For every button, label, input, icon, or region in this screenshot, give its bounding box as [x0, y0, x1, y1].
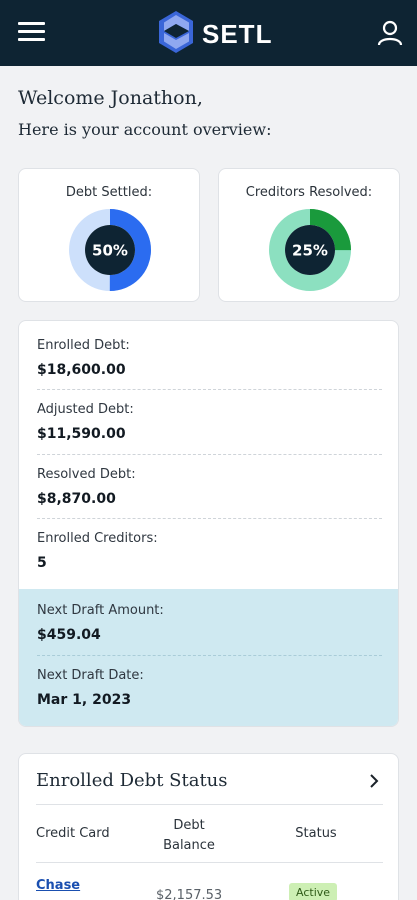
brand-name: SETL [202, 19, 273, 49]
resolved-debt-value: $8,870.00 [37, 491, 116, 507]
adjusted-debt-value: $11,590.00 [37, 426, 126, 442]
divider [37, 454, 382, 455]
enrolled-debt-status-card: Enrolled Debt Status Credit Card Debt Ba… [18, 753, 399, 900]
next-draft-date-value: Mar 1, 2023 [37, 692, 132, 708]
resolved-debt-label: Resolved Debt: [37, 467, 136, 482]
divider [37, 655, 382, 656]
divider [37, 389, 382, 390]
next-draft-amount-label: Next Draft Amount: [37, 603, 164, 618]
next-draft-amount-row: Next Draft Amount: $459.04 [37, 603, 382, 643]
debt-settled-percent: 50% [92, 242, 128, 260]
adjusted-debt-row: Adjusted Debt: $11,590.00 [37, 402, 382, 442]
next-draft-date-label: Next Draft Date: [37, 668, 144, 683]
column-header-debt-balance: Debt Balance [163, 818, 215, 853]
debt-settled-label: Debt Settled: [65, 185, 153, 200]
creditors-resolved-label: Creditors Resolved: [245, 185, 373, 200]
welcome-heading: Welcome Jonathon, [18, 87, 203, 109]
resolved-debt-row: Resolved Debt: $8,870.00 [37, 467, 382, 507]
debt-settled-card: Debt Settled: 50% [18, 168, 200, 302]
enrolled-debt-label: Enrolled Debt: [37, 338, 130, 353]
creditors-resolved-donut: 25% [269, 209, 351, 291]
next-draft-panel: Next Draft Amount: $459.04 Next Draft Da… [19, 589, 398, 726]
user-profile-icon[interactable] [376, 19, 404, 47]
debt-settled-donut: 50% [69, 209, 151, 291]
creditors-resolved-card: Creditors Resolved: 25% [218, 168, 400, 302]
enrolled-creditors-label: Enrolled Creditors: [37, 531, 158, 546]
column-header-credit-card: Credit Card [36, 826, 110, 841]
divider [36, 862, 383, 863]
enrolled-creditors-value: 5 [37, 555, 47, 571]
overview-subtitle: Here is your account overview: [18, 120, 272, 139]
hamburger-menu-icon[interactable] [18, 21, 46, 43]
adjusted-debt-label: Adjusted Debt: [37, 402, 134, 417]
setl-logo-icon [159, 11, 193, 53]
enrolled-debt-value: $18,600.00 [37, 362, 126, 378]
brand-logo: SETL [157, 10, 273, 54]
divider [36, 804, 383, 805]
chevron-right-icon[interactable] [363, 770, 385, 792]
debt-status-title: Enrolled Debt Status [36, 770, 228, 791]
next-draft-date-row: Next Draft Date: Mar 1, 2023 [37, 668, 382, 708]
creditor-link-chase[interactable]: Chase [36, 878, 80, 893]
creditors-resolved-percent: 25% [292, 242, 328, 260]
next-draft-amount-value: $459.04 [37, 627, 101, 643]
debt-balance-value: $2,157.53 [156, 888, 223, 900]
enrolled-creditors-row: Enrolled Creditors: 5 [37, 531, 382, 571]
enrolled-debt-row: Enrolled Debt: $18,600.00 [37, 338, 382, 378]
column-header-status: Status [295, 826, 337, 841]
divider [37, 518, 382, 519]
account-summary-card: Enrolled Debt: $18,600.00 Adjusted Debt:… [18, 320, 399, 727]
app-header: SETL [0, 0, 417, 66]
status-badge: Active [289, 883, 338, 900]
